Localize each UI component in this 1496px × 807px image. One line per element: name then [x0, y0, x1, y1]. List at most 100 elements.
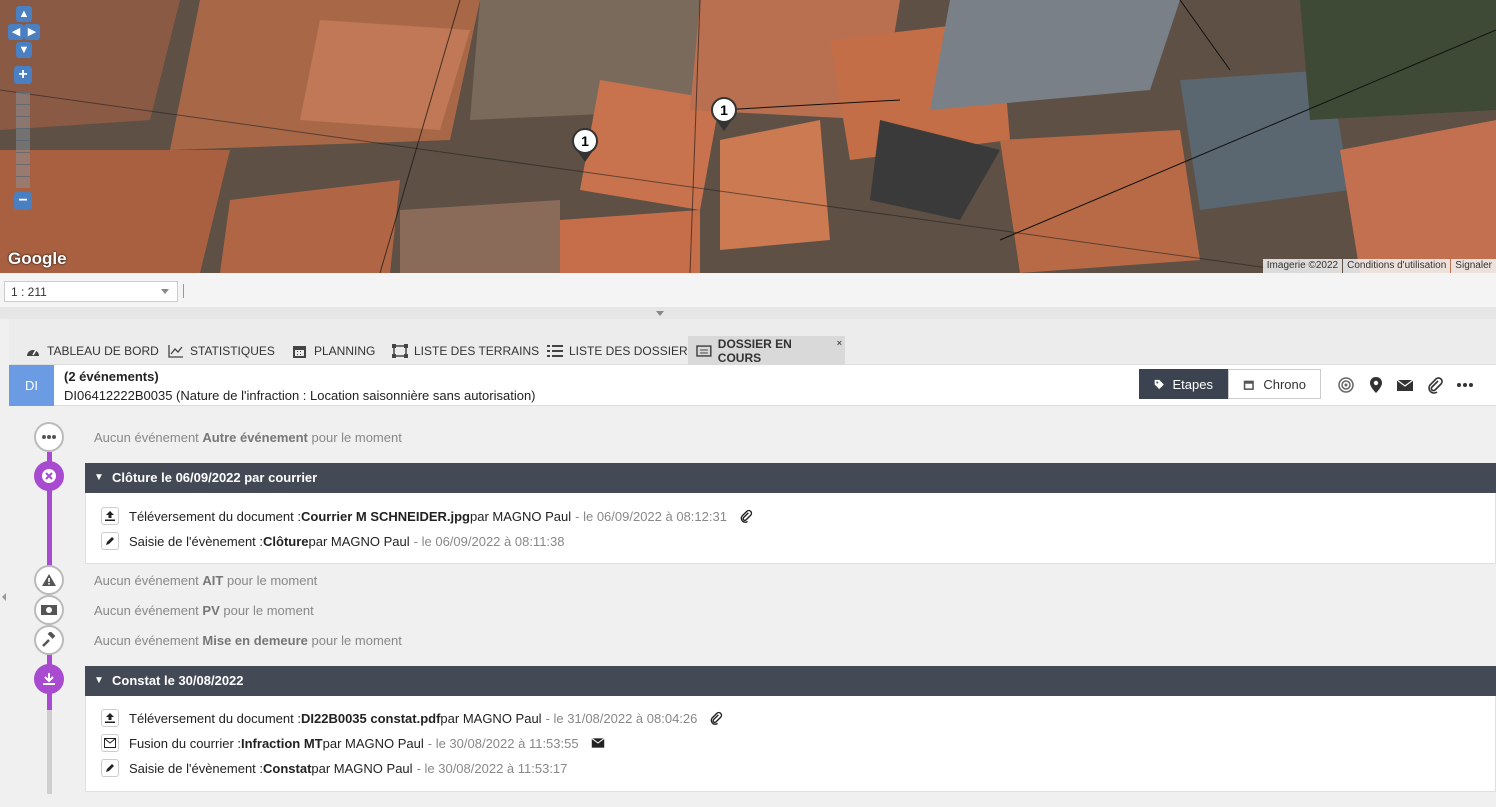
panel-splitter[interactable]: [0, 307, 1496, 319]
tab-planning[interactable]: PLANNING: [284, 336, 383, 365]
google-logo: Google: [8, 249, 67, 268]
text: pour le moment: [223, 573, 318, 588]
tab-label: PLANNING: [314, 343, 376, 358]
upload-icon: [101, 709, 119, 727]
event-type: PV: [202, 603, 220, 618]
scale-select[interactable]: 1 : 211: [4, 281, 178, 302]
envelope-icon[interactable]: [1396, 376, 1414, 394]
envelope-icon[interactable]: [591, 737, 605, 749]
terms-link[interactable]: Conditions d'utilisation: [1343, 259, 1451, 273]
tab-liste-des-terrains[interactable]: LISTE DES TERRAINS: [384, 336, 547, 365]
timeline-node-ait[interactable]: [34, 565, 64, 595]
event-subject: DI22B0035 constat.pdf: [300, 710, 441, 726]
text: pour le moment: [307, 430, 402, 445]
event-item[interactable]: Saisie de l'évènement : Constat par MAGN…: [101, 758, 567, 778]
dossier-header: DI (2 événements) DI06412222B0035 (Natur…: [9, 365, 1496, 406]
event-subject: Infraction MT: [241, 735, 323, 751]
chevron-down-icon: ▼: [94, 675, 104, 686]
toggle-label: Etapes: [1172, 376, 1213, 392]
event-author: par MAGNO Paul: [470, 508, 572, 524]
pan-down-icon[interactable]: ▼: [16, 42, 32, 58]
close-icon[interactable]: ×: [837, 338, 842, 348]
event-subject: Courrier M SCHNEIDER.jpg: [300, 508, 470, 524]
zoom-slider[interactable]: [16, 92, 30, 188]
paperclip-icon[interactable]: [709, 711, 723, 725]
pencil-icon: [101, 759, 119, 777]
dossier-reference: DI06412222B0035 (Nature de l'infraction …: [64, 388, 536, 403]
event-count: (2 événements): [64, 369, 159, 384]
group-header-cloture[interactable]: ▼ Clôture le 06/09/2022 par courrier: [85, 463, 1496, 493]
view-etapes-button[interactable]: Etapes: [1139, 369, 1228, 399]
dashboard-icon: [27, 349, 39, 356]
warning-icon: [42, 574, 56, 586]
map-marker[interactable]: 1: [711, 97, 739, 133]
event-item[interactable]: Saisie de l'évènement : Clôture par MAGN…: [101, 531, 565, 551]
empty-event-mise-en-demeure: Aucun événement Mise en demeure pour le …: [94, 633, 402, 648]
timeline: Aucun événement Autre événement pour le …: [9, 406, 1496, 807]
tag-icon: [1154, 379, 1164, 389]
timeline-node-pv[interactable]: [34, 595, 64, 625]
toggle-label: Chrono: [1263, 376, 1306, 392]
list-icon: [547, 344, 563, 357]
event-date: - le 30/08/2022 à 11:53:55: [427, 735, 579, 751]
pan-right-icon[interactable]: ▶: [24, 24, 40, 40]
map-pin-icon[interactable]: [1367, 376, 1385, 394]
zoom-in-button[interactable]: +: [14, 66, 32, 84]
zoom-out-button[interactable]: −: [14, 192, 32, 210]
event-action: Saisie de l'évènement :: [129, 760, 264, 776]
tab-tableau-de-bord[interactable]: TABLEAU DE BORD: [17, 336, 167, 365]
group-body-cloture: Téléversement du document : Courrier M S…: [85, 493, 1496, 564]
event-action: Fusion du courrier :: [129, 735, 241, 751]
timeline-node-constat[interactable]: [34, 664, 64, 694]
chevron-down-icon: ▼: [94, 472, 104, 483]
pan-up-icon[interactable]: ▲: [16, 6, 32, 22]
group-body-constat: Téléversement du document : DI22B0035 co…: [85, 696, 1496, 792]
map-view[interactable]: ▲ ◀ ▶ ▼ + − 1 1 Google Imagerie ©2022 Co…: [0, 0, 1496, 273]
imagery-credit: Imagerie ©2022: [1262, 259, 1343, 273]
marker-count: 1: [711, 97, 737, 123]
collapse-arrow-icon[interactable]: [656, 311, 664, 316]
fingerprint-icon[interactable]: [1337, 376, 1355, 394]
chevron-down-icon: [161, 289, 169, 294]
folder-icon: [696, 344, 712, 357]
event-author: par MAGNO Paul: [440, 710, 542, 726]
tab-liste-des-dossiers[interactable]: LISTE DES DOSSIERS: [539, 336, 704, 365]
tab-label: DOSSIER EN COURS: [717, 336, 792, 365]
event-action: Téléversement du document :: [129, 710, 301, 726]
download-icon: [43, 673, 55, 685]
empty-event-pv: Aucun événement PV pour le moment: [94, 603, 314, 618]
view-chrono-button[interactable]: Chrono: [1228, 369, 1321, 399]
scale-toolbar: 1 : 211: [0, 273, 1496, 307]
map-marker[interactable]: 1: [572, 128, 600, 164]
event-item[interactable]: Téléversement du document : DI22B0035 co…: [101, 708, 723, 728]
envelope-outline-icon: [101, 734, 119, 752]
event-date: - le 31/08/2022 à 08:04:26: [545, 710, 698, 726]
timeline-node-mise-en-demeure[interactable]: [34, 625, 64, 655]
pencil-icon: [101, 532, 119, 550]
group-header-constat[interactable]: ▼ Constat le 30/08/2022: [85, 666, 1496, 696]
expand-left-icon[interactable]: [2, 593, 6, 601]
group-title: Constat le 30/08/2022: [112, 673, 244, 688]
tab-statistiques[interactable]: STATISTIQUES: [160, 336, 283, 365]
event-author: par MAGNO Paul: [322, 735, 424, 751]
report-link[interactable]: Signaler: [1451, 259, 1496, 273]
pan-left-icon[interactable]: ◀: [8, 24, 24, 40]
gavel-icon: [42, 632, 56, 647]
timeline-node-cloture[interactable]: [34, 461, 64, 491]
empty-event-autre: Aucun événement Autre événement pour le …: [94, 430, 402, 445]
paperclip-icon[interactable]: [739, 509, 753, 523]
tab-dossier-en-cours[interactable]: DOSSIER EN COURS ×: [688, 336, 845, 365]
marker-tail-icon: [578, 152, 592, 162]
empty-event-ait: Aucun événement AIT pour le moment: [94, 573, 317, 588]
event-type: Autre événement: [202, 430, 308, 445]
scale-value: 1 : 211: [11, 285, 47, 299]
more-icon: [42, 435, 56, 439]
event-item[interactable]: Téléversement du document : Courrier M S…: [101, 506, 753, 526]
paperclip-icon[interactable]: [1426, 376, 1444, 394]
calendar-icon: [1243, 380, 1254, 390]
more-icon[interactable]: [1456, 376, 1474, 394]
text: Aucun événement: [94, 573, 203, 588]
tab-bar: TABLEAU DE BORD STATISTIQUES PLANNING LI…: [9, 319, 1496, 365]
timeline-node-autre[interactable]: [34, 422, 64, 452]
event-item[interactable]: Fusion du courrier : Infraction MT par M…: [101, 733, 605, 753]
